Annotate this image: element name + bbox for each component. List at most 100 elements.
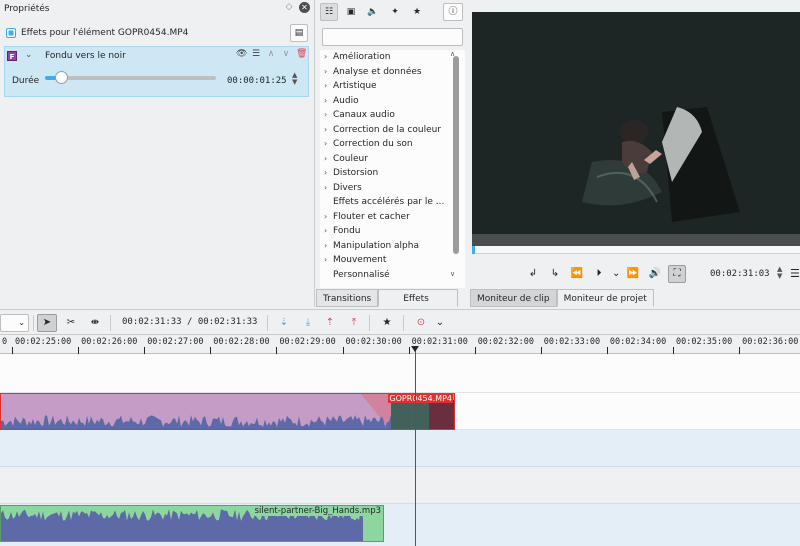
effect-category-item[interactable]: › Amélioration [320,50,465,65]
track-mode-combo[interactable]: ⌄ [0,314,29,332]
video-effects-icon[interactable]: ▣ [342,3,360,21]
list-view-icon[interactable]: ☷ [320,3,338,21]
record-options-chevron-icon[interactable]: ⌄ [430,314,450,332]
select-tool-icon[interactable]: ➤ [37,314,57,332]
effect-category-label: Manipulation alpha [333,240,419,251]
track-a1[interactable] [0,430,800,467]
move-down-icon[interactable]: ∨ [281,49,291,59]
info-icon[interactable]: ⓘ [443,3,463,21]
audio-clip[interactable]: silent-partner-Big_Hands.mp3 [0,505,384,542]
favorites-icon[interactable]: ★ [408,3,426,21]
monitor-ruler[interactable] [472,246,800,254]
spacer-tool-icon[interactable]: ⇼ [85,314,105,332]
ruler-label: 00:02:34:00 [609,337,667,347]
effect-category-item[interactable]: Effets accélérés par le ... [320,195,465,210]
custom-effects-icon[interactable]: ✦ [386,3,404,21]
eye-icon[interactable]: 👁 [236,49,247,59]
ruler-tick [409,347,410,354]
monitor-panel: ↲ ↳ ⏪ ⏵ ⌄ ⏩ 🔊 ⛶ 00:02:31:03 ▲ ▼ ☰ Moniteu… [470,0,800,307]
delete-icon[interactable]: 🗑 [296,49,307,59]
insert-clip-icon[interactable]: ⇣ [274,314,294,332]
audio-effects-icon[interactable]: 🔈 [364,3,382,21]
expand-arrow-icon: › [324,182,328,192]
timeline-playhead[interactable] [415,346,416,546]
lift-icon[interactable]: ⤒ [344,314,364,332]
effect-category-item[interactable]: › Analyse et données [320,65,465,80]
video-clip[interactable]: GOPR0454.MP4 [0,393,455,430]
effect-category-item[interactable]: › Distorsion [320,166,465,181]
expand-arrow-icon: › [324,81,328,90]
effect-category-item[interactable]: › Mouvement [320,253,465,268]
duration-slider[interactable] [45,76,216,80]
duration-slider-handle[interactable] [55,71,68,84]
record-icon[interactable]: ⊙ [411,314,431,332]
ruler-label: 00:02:26:00 [81,337,138,347]
tab-clip-monitor[interactable]: Moniteur de clip [470,289,557,307]
monitor-controls: ↲ ↳ ⏪ ⏵ ⌄ ⏩ 🔊 ⛶ [524,265,686,283]
volume-icon[interactable]: 🔊 [646,265,664,283]
properties-panel: Propriétés ◇ ✕ Effets pour l'élément GOP… [0,0,315,307]
move-up-icon[interactable]: ∧ [266,49,276,59]
duration-spin-icon[interactable]: ▲ ▼ [292,72,297,86]
track-v2[interactable] [0,354,800,393]
separator [110,315,111,331]
timeline-position: 00:02:31:33 / 00:02:31:33 [122,317,258,327]
ruler-label: 00:02:31:00 [411,337,468,347]
effect-category-item[interactable]: › Divers [320,181,465,196]
play-options-chevron-icon[interactable]: ⌄ [612,265,620,283]
effect-category-item[interactable]: › Canaux audio [320,108,465,123]
effect-category-item[interactable]: › Fondu [320,224,465,239]
timecode-spin-icon[interactable]: ▲ ▼ [777,266,782,280]
expand-arrow-icon: › [324,66,328,76]
set-in-point-icon[interactable]: ↲ [524,265,542,283]
razor-tool-icon[interactable]: ✂ [61,314,81,332]
track-a2[interactable] [0,467,800,504]
tab-transitions[interactable]: Transitions [316,289,379,307]
extract-icon[interactable]: ⇡ [320,314,340,332]
play-icon[interactable]: ⏵ [590,265,608,283]
collapse-chevron-icon[interactable]: ⌄ [25,50,33,60]
duration-value[interactable]: 00:00:01:25 [227,76,287,86]
effect-category-label: Amélioration [333,52,391,62]
tab-project-monitor[interactable]: Moniteur de projet [556,289,654,307]
effect-stack-settings-button[interactable]: ▤ [290,24,308,42]
effects-enabled-checkbox[interactable] [6,28,16,38]
monitor-menu-icon[interactable]: ☰ [790,267,800,280]
ruler-label: 0 [2,337,8,347]
effects-search-input[interactable] [322,28,463,46]
menu-icon[interactable]: ☰ [251,49,261,59]
effect-category-item[interactable]: › Manipulation alpha [320,239,465,254]
float-icon[interactable]: ◇ [284,2,294,12]
scroll-down-icon[interactable]: ∨ [450,270,455,278]
monitor-position-marker[interactable] [472,246,475,254]
effect-category-item[interactable]: › Flouter et cacher [320,210,465,225]
effect-category-label: Fondu [333,226,361,236]
ruler-label: 00:02:25:00 [15,337,72,347]
monitor-timecode[interactable]: 00:02:31:03 [710,269,770,279]
effect-category-item[interactable]: Personnalisé [320,268,465,283]
effects-list-scrollbar[interactable] [453,56,459,254]
timeline-ruler[interactable]: 0 00:02:25:00 00:02:26:00 00:02:27:00 00:02… [0,336,800,354]
ruler-tick [607,347,608,354]
ruler-tick [12,347,13,354]
rewind-icon[interactable]: ⏪ [568,265,586,283]
effect-category-item[interactable]: › Couleur [320,152,465,167]
effect-category-item[interactable]: › Correction du son [320,137,465,152]
edit-mode-icon[interactable]: ⛶ [668,265,686,283]
overwrite-clip-icon[interactable]: ⤓ [298,314,318,332]
effect-category-item[interactable]: › Correction de la couleur [320,123,465,138]
playhead-marker[interactable] [411,346,419,352]
expand-arrow-icon: › [324,240,328,250]
forward-icon[interactable]: ⏩ [624,265,642,283]
effect-category-item[interactable]: › Artistique [320,79,465,94]
effect-category-item[interactable]: › Audio [320,94,465,109]
close-icon[interactable]: ✕ [299,2,310,13]
set-out-point-icon[interactable]: ↳ [546,265,564,283]
expand-arrow-icon: › [324,124,328,134]
tab-effects[interactable]: Effets [378,289,458,307]
effects-tabs: Transitions Effets [316,289,458,307]
ruler-tick [343,347,344,354]
effect-item-fade-to-black[interactable]: F ⌄ Fondu vers le noir 👁 ☰ ∧ ∨ 🗑 Durée 0… [4,46,309,97]
video-preview[interactable] [472,12,800,234]
favorite-star-icon[interactable]: ★ [377,314,397,332]
